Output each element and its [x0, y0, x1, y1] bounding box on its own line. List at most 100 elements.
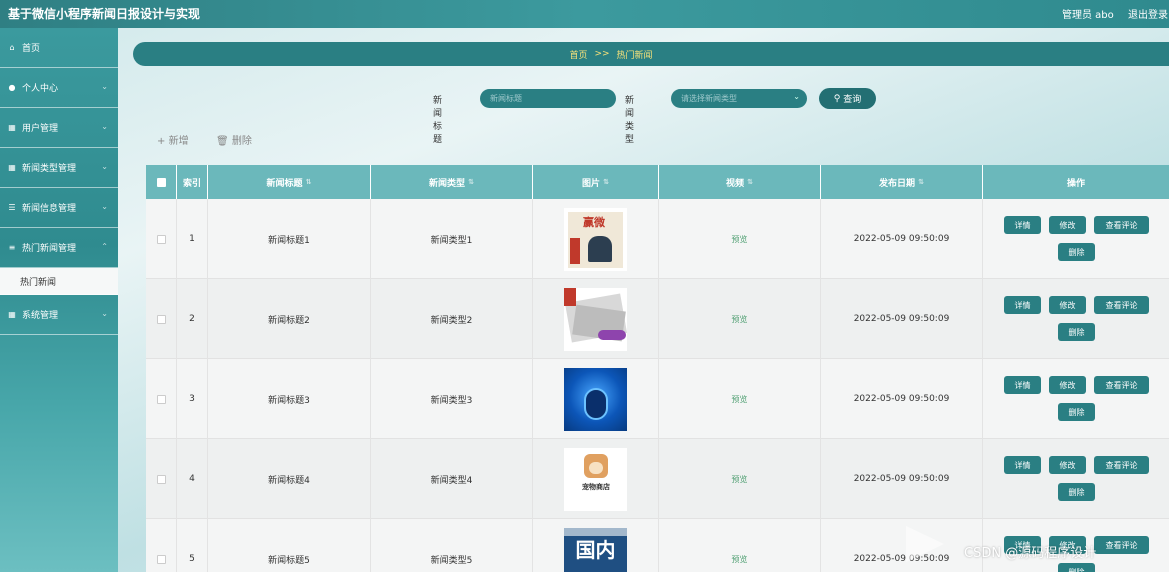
video-preview-link[interactable]: 预览	[732, 394, 748, 405]
chevron-down-icon: ⌄	[101, 162, 108, 171]
detail-button[interactable]: 详情	[1004, 216, 1041, 234]
cell-date: 2022-05-09 09:50:09	[821, 199, 983, 279]
row-checkbox[interactable]	[156, 474, 166, 484]
sidebar-subitem-hot-news[interactable]: 热门新闻	[0, 268, 118, 295]
logout-link[interactable]: 退出登录	[1128, 6, 1168, 21]
news-type-placeholder: 请选择新闻类型	[681, 94, 737, 103]
news-title-input[interactable]: 新闻标题	[480, 89, 616, 108]
edit-button[interactable]: 修改	[1049, 216, 1086, 234]
search-button[interactable]: ⚲ 查询	[819, 88, 876, 109]
video-preview-link[interactable]: 预览	[732, 234, 748, 245]
table-row: 2 新闻标题2 新闻类型2 预览 2022-05-09 09:50:09 详情 …	[146, 279, 1169, 359]
header-image[interactable]: 图片 ⇅	[533, 165, 659, 199]
grid-icon: ▦	[8, 163, 16, 172]
video-preview-link[interactable]: 预览	[732, 474, 748, 485]
sidebar-item-personal-center[interactable]: ● 个人中心 ⌄	[0, 68, 118, 108]
row-delete-button[interactable]: 删除	[1058, 403, 1095, 421]
sidebar-item-label: 用户管理	[22, 124, 59, 134]
sidebar-item-label: 系统管理	[22, 311, 59, 321]
header-select-all[interactable]	[146, 165, 177, 199]
search-icon: ⚲	[833, 93, 841, 104]
row-checkbox-cell[interactable]	[146, 359, 177, 439]
delete-button-label: 删除	[231, 136, 252, 147]
header-video[interactable]: 视频 ⇅	[659, 165, 821, 199]
view-comments-button[interactable]: 查看评论	[1094, 536, 1149, 554]
sidebar-item-news-type-management[interactable]: ▦ 新闻类型管理 ⌄	[0, 148, 118, 188]
edit-button[interactable]: 修改	[1049, 456, 1086, 474]
cell-video: 预览	[659, 359, 821, 439]
sidebar-item-user-management[interactable]: ▦ 用户管理 ⌄	[0, 108, 118, 148]
breadcrumb: 首页 >> 热门新闻	[133, 42, 1169, 66]
magazine-title: 赢微	[583, 215, 605, 229]
news-thumbnail[interactable]: 国内	[564, 527, 627, 572]
header-title[interactable]: 新闻标题 ⇅	[208, 165, 371, 199]
sidebar-item-home[interactable]: ⌂ 首页	[0, 28, 118, 68]
user-icon: ●	[8, 83, 16, 92]
view-comments-button[interactable]: 查看评论	[1094, 296, 1149, 314]
search-button-label: 查询	[843, 95, 862, 105]
video-preview-link[interactable]: 预览	[732, 314, 748, 325]
chevron-down-icon: ⌄	[101, 82, 108, 91]
news-thumbnail[interactable]: 宠物商店	[564, 447, 627, 511]
header-type[interactable]: 新闻类型 ⇅	[371, 165, 533, 199]
detail-button[interactable]: 详情	[1004, 376, 1041, 394]
cell-video: 预览	[659, 199, 821, 279]
row-checkbox[interactable]	[156, 554, 166, 564]
news-thumbnail[interactable]: 赢微	[564, 207, 627, 271]
breadcrumb-home[interactable]: 首页	[569, 48, 587, 61]
header-date[interactable]: 发布日期 ⇅	[821, 165, 983, 199]
row-checkbox-cell[interactable]	[146, 279, 177, 359]
detail-button[interactable]: 详情	[1004, 456, 1041, 474]
news-thumbnail[interactable]	[564, 367, 627, 431]
add-button-label: 新增	[168, 136, 189, 147]
row-checkbox[interactable]	[156, 234, 166, 244]
domestic-news-title: 国内	[575, 537, 616, 562]
sidebar-item-label: 新闻信息管理	[22, 204, 77, 214]
cell-title: 新闻标题4	[208, 439, 371, 519]
edit-button[interactable]: 修改	[1049, 376, 1086, 394]
row-checkbox[interactable]	[156, 314, 166, 324]
cell-actions: 详情 修改 查看评论 删除	[983, 199, 1169, 279]
video-preview-link[interactable]: 预览	[732, 554, 748, 565]
cell-index: 2	[177, 279, 208, 359]
view-comments-button[interactable]: 查看评论	[1094, 376, 1149, 394]
cell-video: 预览	[659, 439, 821, 519]
row-delete-button[interactable]: 删除	[1058, 323, 1095, 341]
grid-icon: ▦	[8, 123, 16, 132]
home-icon: ⌂	[9, 43, 15, 52]
sidebar-item-news-info-management[interactable]: ☰ 新闻信息管理 ⌄	[0, 188, 118, 228]
header-video-label: 视频	[726, 178, 745, 189]
view-comments-button[interactable]: 查看评论	[1094, 216, 1149, 234]
table-row: 3 新闻标题3 新闻类型3 预览 2022-05-09 09:50:09 详情 …	[146, 359, 1169, 439]
cell-type: 新闻类型2	[371, 279, 533, 359]
detail-button[interactable]: 详情	[1004, 296, 1041, 314]
row-checkbox-cell[interactable]	[146, 439, 177, 519]
trash-icon: 🗑	[216, 136, 229, 147]
select-all-checkbox[interactable]	[156, 177, 166, 187]
delete-button[interactable]: 🗑 删除	[216, 132, 252, 147]
news-type-select[interactable]: 请选择新闻类型 ⌄	[671, 89, 807, 108]
news-thumbnail[interactable]	[564, 287, 627, 351]
plus-icon: +	[157, 136, 166, 147]
row-delete-button[interactable]: 删除	[1058, 483, 1095, 501]
sidebar-item-label: 新闻类型管理	[22, 164, 77, 174]
grid-icon: ▦	[8, 310, 16, 319]
row-delete-button[interactable]: 删除	[1058, 243, 1095, 261]
cell-image	[533, 279, 659, 359]
chevron-down-icon: ⌄	[101, 202, 108, 211]
edit-button[interactable]: 修改	[1049, 296, 1086, 314]
view-comments-button[interactable]: 查看评论	[1094, 456, 1149, 474]
breadcrumb-current: 热门新闻	[616, 50, 653, 61]
sidebar-item-hot-news-management[interactable]: ≡ 热门新闻管理 ⌃	[0, 228, 118, 268]
sidebar-item-system-management[interactable]: ▦ 系统管理 ⌄	[0, 295, 118, 335]
news-type-label: 新闻类型	[625, 96, 635, 145]
mouse-image	[584, 387, 608, 420]
row-checkbox-cell[interactable]	[146, 519, 177, 572]
row-checkbox[interactable]	[156, 394, 166, 404]
row-delete-button[interactable]: 删除	[1058, 563, 1095, 572]
cell-type: 新闻类型5	[371, 519, 533, 572]
cell-image: 宠物商店	[533, 439, 659, 519]
breadcrumb-separator: >>	[594, 49, 610, 59]
add-button[interactable]: + 新增	[157, 132, 189, 147]
row-checkbox-cell[interactable]	[146, 199, 177, 279]
